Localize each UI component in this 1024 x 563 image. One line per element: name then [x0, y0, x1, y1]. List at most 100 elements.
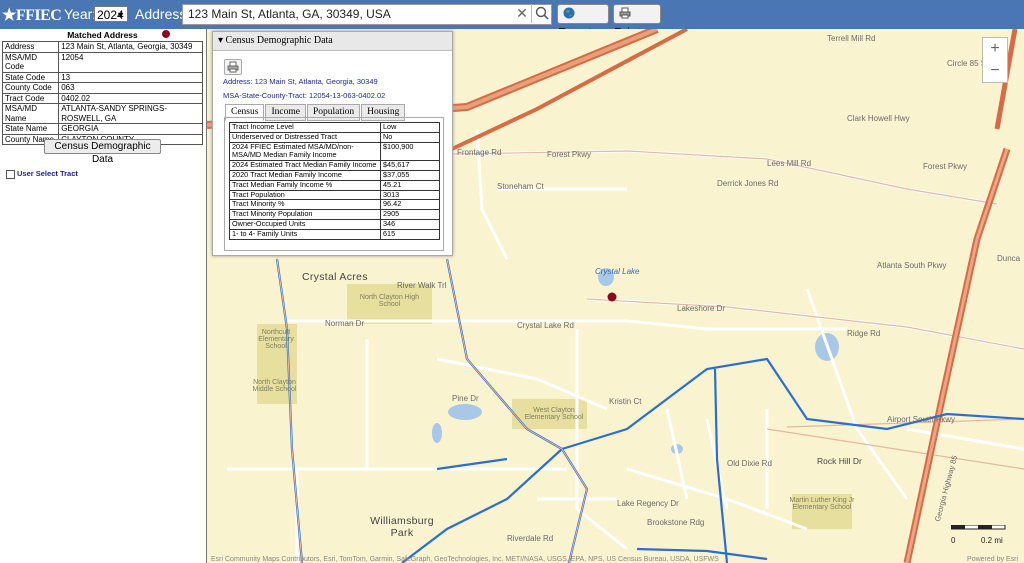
road-label: Ridge Rd: [847, 329, 881, 338]
field-name: Tract Income Level: [229, 122, 381, 133]
year-select[interactable]: 2024 ▼: [94, 6, 128, 22]
place-label-williamsburg-park: Williamsburg Park: [370, 515, 434, 539]
field-name: Tract Minority Population: [229, 209, 381, 220]
road-label: River Walk Trl: [397, 281, 447, 290]
table-row: Tract Income Level Low: [229, 122, 440, 133]
census-table: Tract Income Level Low Underserved or Dist…: [229, 122, 440, 240]
field-name: Tract Median Family Income %: [229, 179, 381, 191]
table-row: Tract Code 0402.02: [1, 92, 203, 104]
popup-header[interactable]: ▾ Census Demographic Data: [213, 32, 452, 51]
table-row: Owner-Occupied Units 346: [229, 218, 440, 230]
field-value: ATLANTA-SANDY SPRINGS-ROSWELL, GA: [58, 103, 203, 124]
field-value: 12054: [58, 51, 203, 73]
popup-print-icon[interactable]: [224, 59, 242, 75]
scale-max-label: 0.2 mi: [981, 536, 1003, 545]
road-label: Rock Hill Dr: [817, 456, 862, 466]
field-value: 45.21: [380, 179, 440, 191]
road-label: Forest Pkwy: [547, 150, 592, 159]
zoom-out-button[interactable]: −: [983, 60, 1007, 82]
search-icon[interactable]: [531, 4, 553, 23]
census-demographic-data-button[interactable]: Census Demographic Data: [44, 139, 161, 165]
table-row: Tract Minority Population 2905: [229, 209, 440, 220]
field-name: State Code: [1, 71, 60, 83]
school-label-northcutt: Northcutt Elementary School: [258, 329, 294, 350]
year-label: Year:: [64, 6, 97, 22]
road-label: Pine Dr: [452, 394, 479, 403]
road-label: Terrell Mill Rd: [827, 34, 876, 43]
table-row: 2024 Estimated Tract Median Family Incom…: [229, 160, 440, 171]
matched-address-table: Matched Address Address 123 Main St, Atla…: [1, 29, 203, 145]
top-toolbar: ★FFIEC Year: 2024 ▼ Address: 123 Main St,…: [0, 0, 1024, 40]
popup-address: Address: 123 Main St, Atlanta, Georgia, …: [223, 77, 378, 86]
road-label: Brookstone Rdg: [647, 518, 705, 527]
field-value: $37,055: [380, 169, 440, 181]
globe-icon: [563, 6, 575, 24]
field-name: 2024 Estimated Tract Median Family Incom…: [229, 160, 381, 171]
field-name: County Code: [1, 82, 60, 94]
table-row: 2024 FFIEC Estimated MSA/MD/non-MSA/MD M…: [229, 141, 440, 162]
field-name: 1- to 4- Family Units: [229, 228, 381, 240]
print-button[interactable]: Print: [613, 4, 661, 40]
user-select-tract[interactable]: User Select Tract: [6, 169, 78, 179]
field-value: No: [380, 131, 440, 143]
school-label-north-clayton-high: North Clayton High School: [359, 294, 420, 308]
field-value: 123 Main St, Atlanta, Georgia, 30349: [58, 41, 203, 53]
field-value: 063: [58, 82, 203, 94]
field-value: 0402.02: [58, 92, 203, 104]
field-value: $45,617: [380, 160, 440, 171]
ffiec-logo: ★FFIEC: [2, 7, 62, 24]
field-name: Underserved or Distressed Tract: [229, 131, 381, 143]
field-value: $100,900: [380, 141, 440, 162]
road-label: Crystal Lake Rd: [517, 321, 574, 330]
road-label: Kristin Ct: [609, 397, 642, 406]
reset-button[interactable]: Reset: [557, 4, 609, 40]
printer-icon: [619, 6, 631, 24]
table-row: State Code 13: [1, 71, 203, 83]
table-row: Address 123 Main St, Atlanta, Georgia, 30…: [1, 41, 203, 53]
road-label: Riverdale Rd: [507, 534, 554, 543]
chevron-down-icon: ▼: [116, 10, 125, 20]
table-row: 2020 Tract Median Family Income $37,055: [229, 169, 440, 181]
field-value: 346: [380, 218, 440, 230]
address-input[interactable]: 123 Main St, Atlanta, GA, 30349, USA: [182, 4, 552, 25]
field-name: Owner-Occupied Units: [229, 218, 381, 230]
table-row: MSA/MD Name ATLANTA-SANDY SPRINGS-ROSWELL…: [1, 103, 203, 124]
map-attribution: Esri Community Maps Contributors, Esri, …: [211, 556, 719, 563]
field-name: MSA/MD Name: [1, 103, 60, 124]
user-select-tract-checkbox[interactable]: [6, 169, 15, 179]
table-row: State Name GEORGIA: [1, 123, 203, 135]
place-label-crystal-acres: Crystal Acres: [302, 271, 368, 283]
powered-by[interactable]: Powered by Esri: [967, 556, 1018, 563]
table-row: Underserved or Distressed Tract No: [229, 131, 440, 143]
zoom-in-button[interactable]: +: [983, 38, 1007, 60]
census-tab-panel: Tract Income Level Low Underserved or Dist…: [224, 117, 444, 251]
field-name: Address: [1, 41, 60, 53]
road-label: Dunca: [997, 254, 1021, 263]
clear-icon[interactable]: ✕: [513, 4, 531, 23]
road-label: Airport South Pkwy: [887, 415, 956, 424]
table-row: 1- to 4- Family Units 615: [229, 228, 440, 240]
field-name: State Name: [1, 123, 60, 135]
school-label-west-clayton: West Clayton Elementary School: [524, 407, 584, 421]
field-name: 2020 Tract Median Family Income: [229, 169, 381, 181]
popup-tabs: Census Income Population Housing: [225, 101, 406, 121]
collapse-icon[interactable]: ▾: [218, 35, 226, 46]
road-label: Clark Howell Hwy: [847, 114, 910, 123]
school-label-north-clayton-middle: North Clayton Middle School: [252, 379, 297, 393]
field-value: 2905: [380, 209, 440, 220]
field-name: Tract Code: [1, 92, 60, 104]
lake-label: Crystal Lake: [595, 267, 640, 276]
road-label: Atlanta South Pkwy: [877, 261, 947, 270]
school-label-mlk: Martin Luther King Jr Elementary School: [789, 497, 855, 511]
popup-msa-tract: MSA-State-County-Tract: 12054-13-063-040…: [223, 91, 386, 100]
location-marker-icon: [162, 30, 170, 38]
census-popup: ▾ Census Demographic Data Address: 123 M…: [212, 31, 453, 256]
table-row: County Code 063: [1, 82, 203, 94]
field-name: MSA/MD Code: [1, 51, 60, 73]
table-row: Tract Median Family Income % 45.21: [229, 179, 440, 191]
field-value: GEORGIA: [58, 123, 203, 135]
road-label: Frontage Rd: [457, 148, 502, 157]
field-value: 615: [380, 228, 440, 240]
table-row: MSA/MD Code 12054: [1, 51, 203, 73]
road-label: Old Dixie Rd: [727, 459, 772, 468]
